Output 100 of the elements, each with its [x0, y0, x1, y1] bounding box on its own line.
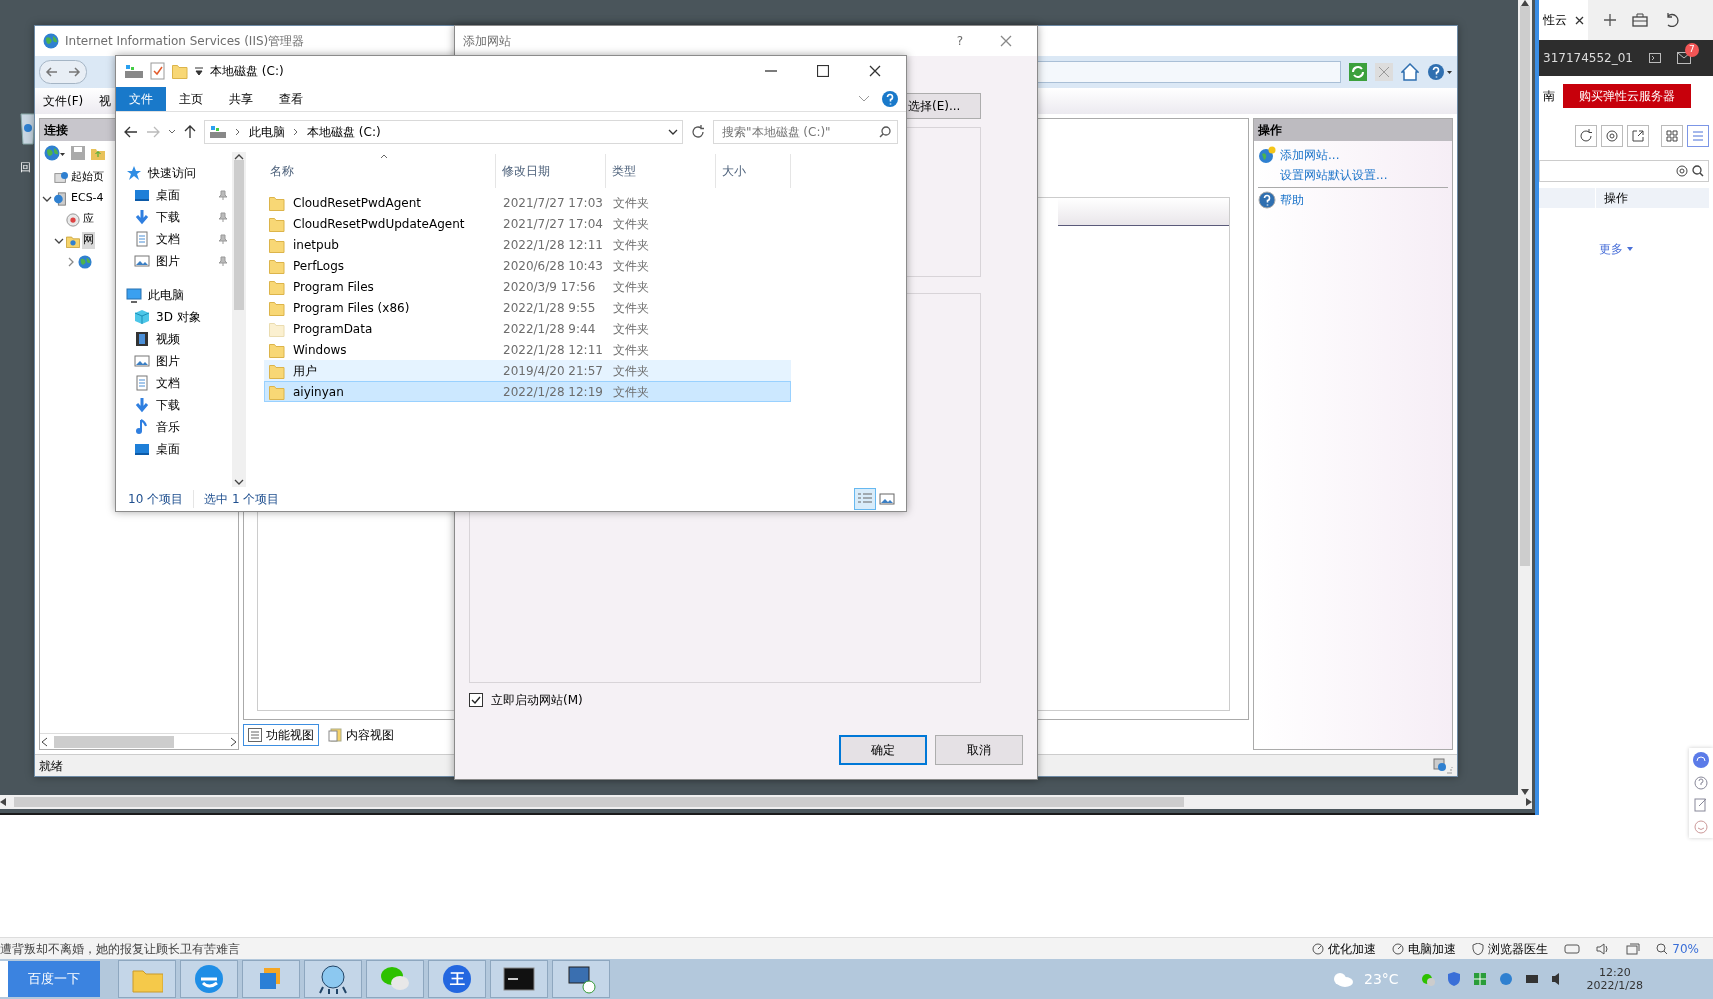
horizontal-scrollbar[interactable] — [40, 733, 238, 749]
nav-item[interactable]: 快速访问 — [148, 164, 196, 182]
ribbon-tab[interactable]: 查看 — [266, 86, 316, 111]
scroll-right-icon[interactable] — [1526, 798, 1532, 806]
drive-icon[interactable] — [124, 63, 144, 79]
ok-button[interactable]: 确定 — [839, 735, 927, 765]
grid-view-button[interactable] — [1661, 125, 1683, 147]
file-row[interactable]: aiyinyan 2022/1/28 12:19 文件夹 — [264, 381, 791, 402]
file-row[interactable]: Windows 2022/1/28 12:11 文件夹 — [264, 339, 791, 360]
dropdown-icon[interactable] — [194, 66, 204, 76]
expand-icon[interactable] — [66, 256, 76, 267]
view-tab[interactable]: 功能视图 — [243, 724, 319, 746]
ribbon-tab[interactable]: 文件 — [116, 86, 166, 111]
nav-item[interactable]: 文档 — [156, 230, 212, 248]
add-site-icon[interactable] — [1258, 146, 1276, 164]
recent-icon[interactable] — [168, 129, 176, 135]
checkbox-icon[interactable] — [469, 693, 483, 707]
speaker-icon[interactable] — [1596, 942, 1611, 955]
globe-tray-icon[interactable] — [1498, 972, 1513, 986]
nav-item[interactable]: 图片 — [156, 352, 232, 370]
bag-icon[interactable] — [1632, 13, 1648, 27]
cancel-button[interactable]: 取消 — [935, 735, 1023, 765]
vr-icon[interactable] — [1564, 942, 1581, 955]
vertical-scrollbar[interactable] — [232, 152, 246, 487]
undo-icon[interactable] — [1664, 13, 1680, 27]
nav-item[interactable]: 下载 — [156, 208, 212, 226]
search-button[interactable]: 百度一下 — [0, 961, 100, 997]
back-forward-icon[interactable] — [39, 60, 87, 84]
address-bar[interactable]: 此电脑 本地磁盘 (C:) — [204, 120, 683, 144]
tree-item[interactable]: 网 — [82, 232, 95, 249]
close-icon[interactable] — [1575, 15, 1584, 25]
export-button[interactable] — [1627, 125, 1649, 147]
up-icon[interactable] — [184, 125, 196, 139]
nav-item[interactable]: 视频 — [156, 330, 232, 348]
properties-icon[interactable] — [150, 62, 166, 80]
settings-button[interactable] — [1601, 125, 1623, 147]
column-header[interactable]: 类型 — [606, 154, 716, 188]
back-icon[interactable] — [124, 126, 138, 138]
grid-tray-icon[interactable] — [1472, 972, 1487, 986]
file-row[interactable]: CloudResetPwdAgent 2021/7/27 17:03 文件夹 — [264, 192, 791, 213]
column-header[interactable]: 修改日期 — [496, 154, 606, 188]
ribbon-tab[interactable]: 主页 — [166, 86, 216, 111]
expand-ribbon-icon[interactable] — [858, 94, 870, 103]
breadcrumb-item[interactable]: 此电脑 — [249, 123, 285, 141]
menu-item[interactable]: 文件(F) — [43, 92, 84, 110]
home-icon[interactable] — [1401, 63, 1419, 81]
zoom-control[interactable]: 70% — [1656, 939, 1699, 958]
mail-icon[interactable] — [1677, 52, 1691, 64]
dropdown-icon[interactable] — [668, 129, 678, 135]
browser-tab[interactable]: 性云 — [1539, 0, 1588, 40]
more-link[interactable]: 更多 — [1599, 240, 1713, 258]
window-icon[interactable] — [1626, 942, 1641, 955]
stop-icon[interactable] — [1375, 63, 1393, 81]
horizontal-scrollbar[interactable] — [0, 795, 1532, 809]
refresh-icon[interactable] — [691, 125, 705, 139]
search-field[interactable] — [1539, 160, 1709, 182]
edit-icon[interactable] — [1694, 798, 1708, 812]
status-tool[interactable]: 优化加速 — [1312, 939, 1377, 958]
scroll-down-icon[interactable] — [234, 479, 244, 485]
column-header[interactable]: 名称 — [264, 154, 496, 188]
start-now-checkbox[interactable]: 立即启动网站(M) — [469, 691, 1037, 709]
file-row[interactable]: Program Files 2020/3/9 17:56 文件夹 — [264, 276, 791, 297]
file-row[interactable]: PerfLogs 2020/6/28 10:43 文件夹 — [264, 255, 791, 276]
refresh-icon[interactable] — [1349, 63, 1367, 81]
network-tray-icon[interactable] — [1524, 972, 1539, 986]
scroll-left-icon[interactable] — [40, 736, 48, 747]
tree-item[interactable]: 应 — [82, 211, 95, 228]
menu-item[interactable]: 视 — [99, 92, 112, 110]
help-icon[interactable] — [882, 90, 898, 107]
help-icon[interactable] — [1427, 63, 1453, 81]
taskbar-app[interactable] — [490, 960, 548, 998]
help-button[interactable]: ? — [937, 26, 983, 56]
scroll-up-icon[interactable] — [234, 154, 244, 160]
folder-icon[interactable] — [66, 233, 80, 248]
connect-icon[interactable] — [44, 145, 66, 163]
console-icon[interactable] — [1649, 53, 1661, 63]
taskbar-app[interactable]: 王 — [428, 960, 486, 998]
tree-item[interactable]: 起始页 — [70, 169, 105, 186]
clock[interactable]: 12:20 2022/1/28 — [1586, 966, 1643, 992]
file-row[interactable]: inetpub 2022/1/28 12:11 文件夹 — [264, 234, 791, 255]
taskbar-app[interactable] — [552, 960, 610, 998]
list-view-button[interactable] — [1687, 125, 1709, 147]
news-headline[interactable]: 遭背叛却不离婚，她的报复让顾长卫有苦难言 — [0, 939, 1297, 958]
nav-item[interactable]: 文档 — [156, 374, 232, 392]
nav-item[interactable]: 3D 对象 — [156, 308, 232, 326]
refresh-button[interactable] — [1575, 125, 1597, 147]
action-link[interactable]: 添加网站... — [1280, 146, 1340, 164]
nav-link[interactable]: 南 — [1543, 87, 1555, 105]
save-icon[interactable] — [70, 145, 86, 161]
nav-item[interactable]: 桌面 — [156, 440, 232, 458]
nav-item[interactable]: 此电脑 — [148, 286, 184, 304]
nav-item[interactable]: 桌面 — [156, 186, 212, 204]
nav-item[interactable]: 下载 — [156, 396, 232, 414]
view-tab[interactable]: 内容视图 — [323, 724, 399, 746]
status-tool[interactable]: 电脑加速 — [1392, 939, 1457, 958]
file-row[interactable]: 用户 2019/4/20 21:57 文件夹 — [264, 360, 791, 381]
new-tab-icon[interactable] — [1604, 14, 1616, 26]
file-row[interactable]: ProgramData 2022/1/28 9:44 文件夹 — [264, 318, 791, 339]
scroll-right-icon[interactable] — [230, 736, 238, 747]
desktop-icon-label[interactable]: 回 — [20, 160, 31, 177]
